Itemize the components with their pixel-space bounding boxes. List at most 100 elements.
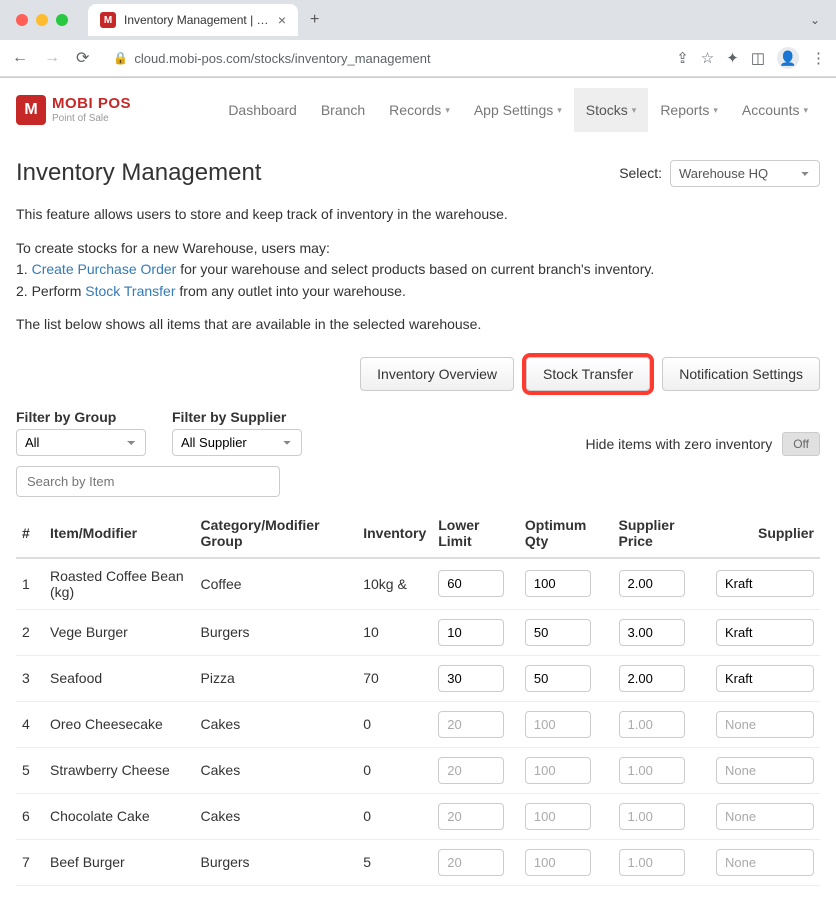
create-purchase-order-link[interactable]: Create Purchase Order: [32, 261, 177, 277]
close-tab-icon[interactable]: ×: [278, 12, 286, 28]
intro-li1-post: for your warehouse and select products b…: [176, 261, 654, 277]
supplier-input[interactable]: [716, 619, 814, 646]
forward-button: →: [42, 47, 62, 69]
optimum-qty-input[interactable]: [525, 849, 591, 876]
new-tab-button[interactable]: +: [310, 11, 319, 29]
chevron-down-icon: ▾: [632, 105, 637, 116]
supplier-price-input[interactable]: [619, 619, 685, 646]
cell-category: Pizza: [195, 655, 358, 701]
table-row: 1Roasted Coffee Bean (kg)Coffee10kg &: [16, 558, 820, 610]
table-row: 6Chocolate CakeCakes0: [16, 793, 820, 839]
search-input[interactable]: [16, 466, 280, 497]
supplier-input[interactable]: [716, 570, 814, 597]
intro-li2-pre: 2. Perform: [16, 283, 85, 299]
filter-supplier-select[interactable]: All Supplier: [172, 429, 302, 456]
cell-inventory: 5: [357, 839, 432, 885]
logo[interactable]: M MOBI POS Point of Sale: [16, 95, 131, 125]
optimum-qty-input[interactable]: [525, 665, 591, 692]
logo-text: MOBI POS Point of Sale: [52, 96, 131, 124]
nav-item-app-settings[interactable]: App Settings▾: [462, 88, 574, 132]
optimum-qty-input[interactable]: [525, 803, 591, 830]
cell-item: Chocolate Cake: [44, 793, 195, 839]
cell-item: Vege Burger: [44, 609, 195, 655]
minimize-window-icon[interactable]: [36, 14, 48, 26]
table-header-row: # Item/Modifier Category/Modifier Group …: [16, 509, 820, 558]
lower-limit-input[interactable]: [438, 711, 504, 738]
action-buttons: Inventory Overview Stock Transfer Notifi…: [16, 357, 820, 391]
browser-tab[interactable]: M Inventory Management | MobiP ×: [88, 4, 298, 36]
logo-tagline: Point of Sale: [52, 113, 131, 124]
col-item: Item/Modifier: [44, 509, 195, 558]
table-row: 2Vege BurgerBurgers10: [16, 609, 820, 655]
col-lower-limit: Lower Limit: [432, 509, 519, 558]
nav-item-stocks[interactable]: Stocks▾: [574, 88, 649, 132]
stock-transfer-link[interactable]: Stock Transfer: [85, 283, 175, 299]
filter-group-label: Filter by Group: [16, 409, 146, 425]
hide-zero-toggle[interactable]: Off: [782, 432, 820, 456]
reload-button[interactable]: ⟳: [74, 46, 91, 70]
notification-settings-button[interactable]: Notification Settings: [662, 357, 820, 391]
supplier-input[interactable]: [716, 665, 814, 692]
cell-num: 3: [16, 655, 44, 701]
cell-category: Cakes: [195, 701, 358, 747]
nav-item-reports[interactable]: Reports▾: [648, 88, 730, 132]
supplier-price-input[interactable]: [619, 803, 685, 830]
lower-limit-input[interactable]: [438, 849, 504, 876]
nav-item-branch[interactable]: Branch: [309, 88, 377, 132]
maximize-window-icon[interactable]: [56, 14, 68, 26]
address-bar[interactable]: 🔒 cloud.mobi-pos.com/stocks/inventory_ma…: [103, 47, 664, 70]
lower-limit-input[interactable]: [438, 803, 504, 830]
filter-supplier-label: Filter by Supplier: [172, 409, 302, 425]
optimum-qty-input[interactable]: [525, 619, 591, 646]
supplier-price-input[interactable]: [619, 757, 685, 784]
supplier-price-input[interactable]: [619, 849, 685, 876]
supplier-price-input[interactable]: [619, 665, 685, 692]
cell-inventory: 0: [357, 747, 432, 793]
intro-p2-lead: To create stocks for a new Warehouse, us…: [16, 239, 820, 259]
lower-limit-input[interactable]: [438, 570, 504, 597]
back-button[interactable]: ←: [10, 47, 30, 69]
table-row: 5Strawberry CheeseCakes0: [16, 747, 820, 793]
supplier-input[interactable]: [716, 757, 814, 784]
supplier-price-input[interactable]: [619, 711, 685, 738]
app-header: M MOBI POS Point of Sale DashboardBranch…: [0, 78, 836, 133]
filter-supplier: Filter by Supplier All Supplier: [172, 409, 302, 456]
lower-limit-input[interactable]: [438, 665, 504, 692]
supplier-price-input[interactable]: [619, 570, 685, 597]
bookmark-icon[interactable]: ☆: [701, 49, 714, 67]
close-window-icon[interactable]: [16, 14, 28, 26]
share-icon[interactable]: ⇪: [676, 49, 689, 67]
kebab-menu-icon[interactable]: ⋮: [811, 49, 826, 67]
supplier-input[interactable]: [716, 803, 814, 830]
table-row: 4Oreo CheesecakeCakes0: [16, 701, 820, 747]
hide-zero-inventory: Hide items with zero inventory Off: [585, 432, 820, 456]
favicon-icon: M: [100, 12, 116, 28]
profile-avatar-icon[interactable]: 👤: [777, 47, 799, 69]
supplier-input[interactable]: [716, 711, 814, 738]
extensions-icon[interactable]: ✦: [726, 49, 739, 67]
table-row: 7Beef BurgerBurgers5: [16, 839, 820, 885]
nav-item-records[interactable]: Records▾: [377, 88, 462, 132]
cell-inventory: 10kg &: [357, 558, 432, 610]
lower-limit-input[interactable]: [438, 619, 504, 646]
optimum-qty-input[interactable]: [525, 570, 591, 597]
nav-item-dashboard[interactable]: Dashboard: [216, 88, 309, 132]
tab-overflow-icon[interactable]: ⌄: [802, 9, 828, 31]
cell-category: Burgers: [195, 609, 358, 655]
optimum-qty-input[interactable]: [525, 757, 591, 784]
col-category: Category/Modifier Group: [195, 509, 358, 558]
page-title: Inventory Management: [16, 159, 261, 187]
cell-item: Strawberry Cheese: [44, 747, 195, 793]
filter-group-select[interactable]: All: [16, 429, 146, 456]
inventory-overview-button[interactable]: Inventory Overview: [360, 357, 514, 391]
logo-name: MOBI POS: [52, 96, 131, 113]
stock-transfer-button[interactable]: Stock Transfer: [526, 357, 650, 391]
warehouse-select[interactable]: Warehouse HQ: [670, 160, 820, 187]
cell-num: 5: [16, 747, 44, 793]
nav-item-accounts[interactable]: Accounts▾: [730, 88, 820, 132]
sidepanel-icon[interactable]: ◫: [751, 49, 765, 67]
cell-category: Coffee: [195, 558, 358, 610]
optimum-qty-input[interactable]: [525, 711, 591, 738]
lower-limit-input[interactable]: [438, 757, 504, 784]
supplier-input[interactable]: [716, 849, 814, 876]
